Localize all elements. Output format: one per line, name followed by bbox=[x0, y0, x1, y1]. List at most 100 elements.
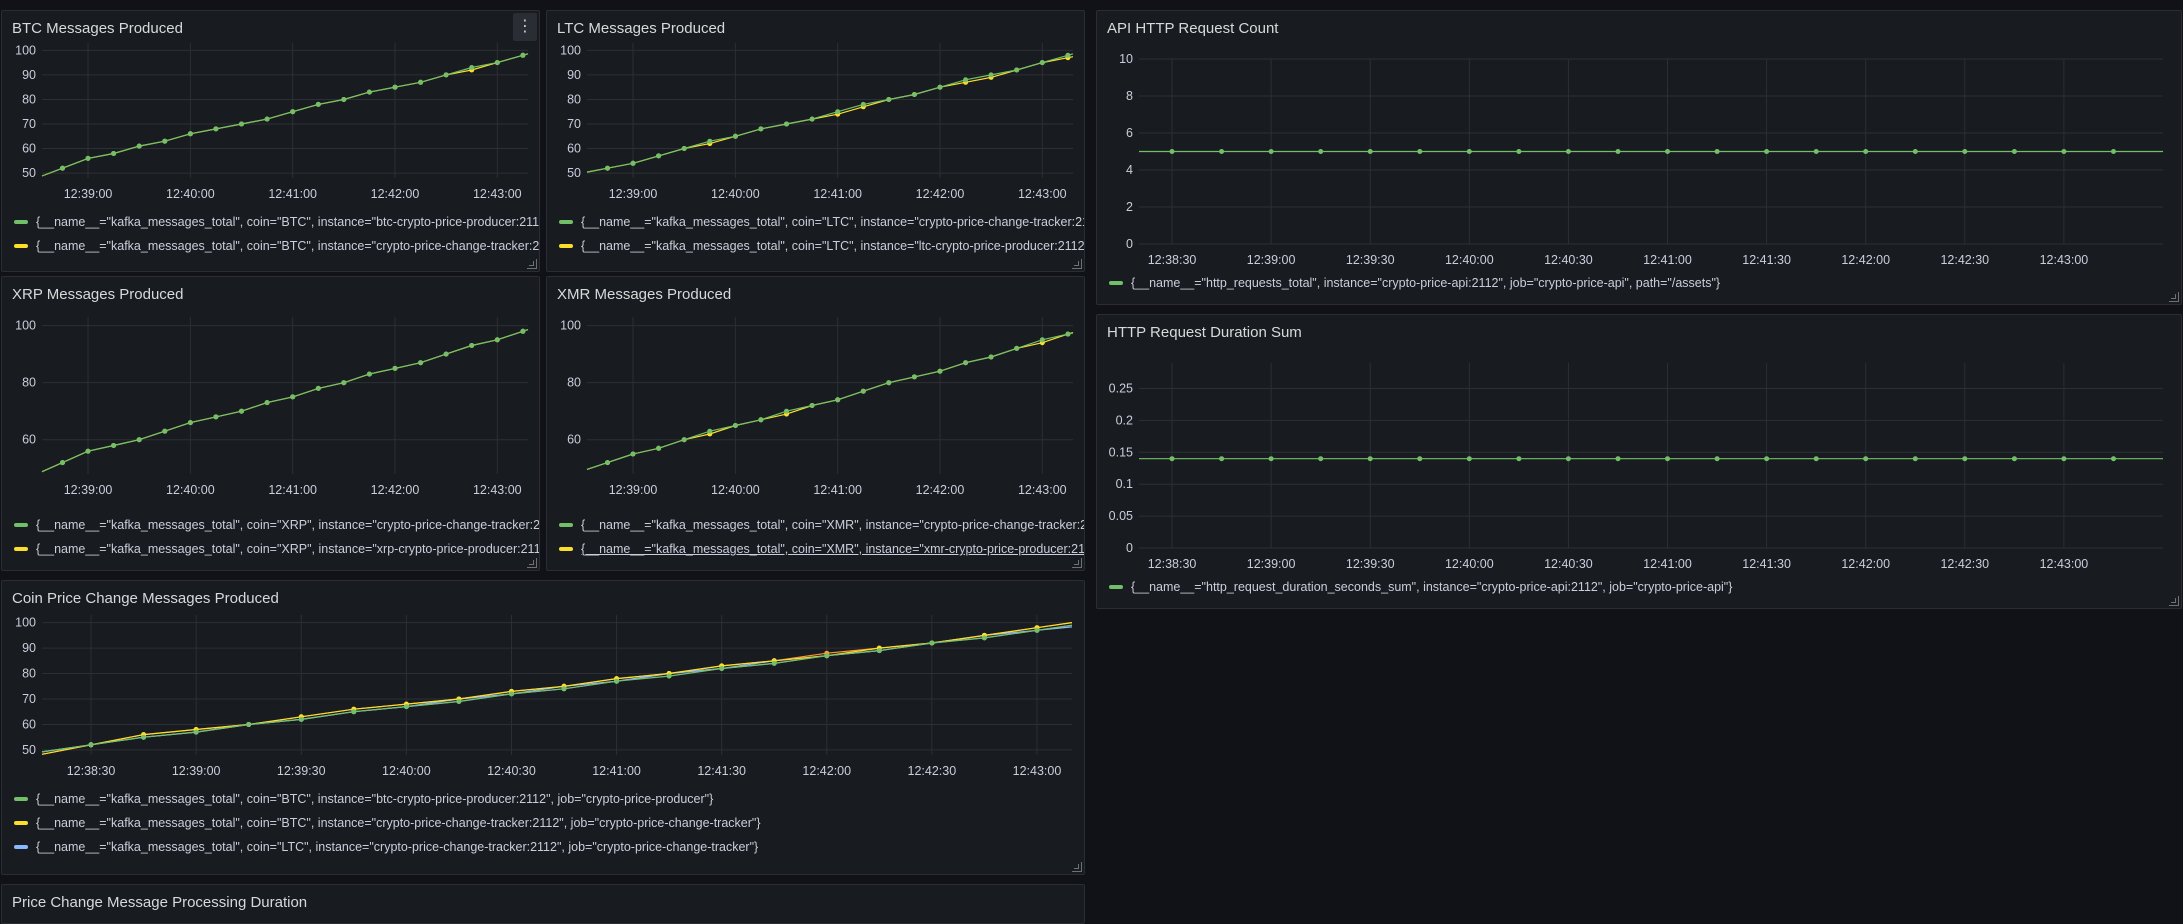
data-point bbox=[162, 428, 168, 434]
legend-item[interactable]: {__name__="kafka_messages_total", coin="… bbox=[14, 537, 539, 561]
x-tick-label: 12:42:30 bbox=[908, 764, 957, 778]
panel-ltc-messages[interactable]: LTC Messages Produced 50 60 70 80 90 100 12:39… bbox=[546, 10, 1085, 272]
chart-dur: 0 0.05 0.1 0.15 0.2 0.25 12:38:30 12:39:00 12:39… bbox=[1109, 363, 2163, 571]
resize-handle-icon[interactable] bbox=[1072, 558, 1082, 568]
data-point bbox=[1764, 149, 1770, 154]
legend-item[interactable]: {__name__="kafka_messages_total", coin="… bbox=[14, 513, 539, 537]
y-tick-label: 90 bbox=[567, 68, 581, 82]
legend-item[interactable]: {__name__="kafka_messages_total", coin="… bbox=[14, 835, 761, 859]
data-point bbox=[193, 729, 199, 735]
data-point bbox=[835, 109, 841, 115]
x-tick-label: 12:42:00 bbox=[371, 483, 420, 497]
x-tick-label: 12:39:00 bbox=[1247, 557, 1296, 571]
legend: {__name__="kafka_messages_total", coin="… bbox=[14, 787, 761, 859]
data-point bbox=[341, 380, 347, 386]
resize-handle-icon[interactable] bbox=[1072, 259, 1082, 269]
x-tick-label: 12:39:00 bbox=[609, 187, 658, 201]
x-tick-label: 12:39:00 bbox=[172, 764, 221, 778]
data-point bbox=[937, 368, 943, 374]
data-point bbox=[666, 673, 672, 679]
data-point bbox=[630, 160, 636, 166]
resize-handle-icon[interactable] bbox=[2169, 292, 2179, 302]
data-point bbox=[1863, 149, 1869, 154]
data-point bbox=[351, 709, 357, 715]
panel-xmr-messages[interactable]: XMR Messages Produced 60 80 100 12:39:00 12:… bbox=[546, 276, 1085, 571]
y-tick-label: 70 bbox=[22, 692, 36, 706]
data-point bbox=[366, 89, 372, 95]
panel-processing-duration[interactable]: Price Change Message Processing Duration bbox=[1, 884, 1085, 924]
y-tick-label: 4 bbox=[1126, 163, 1133, 177]
x-tick-label: 12:42:00 bbox=[371, 187, 420, 201]
legend-item[interactable]: {__name__="kafka_messages_total", coin="… bbox=[14, 234, 539, 258]
data-point bbox=[2011, 149, 2017, 154]
legend-item[interactable]: {__name__="http_request_duration_seconds… bbox=[1109, 575, 1732, 599]
legend-item[interactable]: {__name__="kafka_messages_total", coin="… bbox=[559, 537, 1085, 561]
panel-api-http-request-count[interactable]: API HTTP Request Count 0 2 4 6 8 10 12:38:30 12… bbox=[1096, 10, 2182, 305]
data-point bbox=[213, 126, 219, 132]
data-point bbox=[1466, 456, 1472, 462]
panel-xrp-messages[interactable]: XRP Messages Produced 60 80 100 12:39:00 12:… bbox=[1, 276, 540, 571]
data-point bbox=[1813, 456, 1819, 462]
data-point bbox=[1014, 67, 1020, 73]
x-tick-label: 12:41:00 bbox=[1643, 253, 1692, 267]
data-point bbox=[1565, 456, 1571, 462]
data-point bbox=[141, 734, 147, 740]
data-point bbox=[1615, 149, 1621, 154]
data-point bbox=[1169, 456, 1175, 462]
legend-item[interactable]: {__name__="kafka_messages_total", coin="… bbox=[14, 210, 539, 234]
panel-http-request-duration-sum[interactable]: HTTP Request Duration Sum 0 0.05 0.1 0.15 0.… bbox=[1096, 314, 2182, 609]
legend-label: {__name__="kafka_messages_total", coin="… bbox=[581, 239, 1085, 253]
y-tick-label: 100 bbox=[15, 43, 36, 57]
x-tick-label: 12:40:00 bbox=[711, 187, 760, 201]
data-point bbox=[494, 60, 500, 66]
legend-swatch-icon bbox=[1109, 281, 1123, 285]
y-tick-label: 70 bbox=[567, 117, 581, 131]
y-tick-label: 0.05 bbox=[1109, 509, 1133, 523]
x-tick-label: 12:43:00 bbox=[1018, 187, 1067, 201]
y-tick-label: 0.2 bbox=[1116, 413, 1133, 427]
data-point bbox=[520, 52, 526, 58]
x-tick-label: 12:40:30 bbox=[1544, 557, 1593, 571]
panel-coin-price-change[interactable]: Coin Price Change Messages Produced 50 60… bbox=[1, 580, 1085, 875]
legend-swatch-icon bbox=[1109, 585, 1123, 589]
resize-handle-icon[interactable] bbox=[2169, 596, 2179, 606]
data-point bbox=[443, 72, 449, 78]
data-point bbox=[85, 448, 91, 454]
legend-swatch-icon bbox=[14, 523, 28, 527]
legend-item[interactable]: {__name__="kafka_messages_total", coin="… bbox=[14, 811, 761, 835]
data-point bbox=[264, 400, 270, 406]
legend-label: {__name__="kafka_messages_total", coin="… bbox=[581, 215, 1085, 229]
resize-handle-icon[interactable] bbox=[527, 558, 537, 568]
y-tick-label: 80 bbox=[22, 92, 36, 106]
legend-item[interactable]: {__name__="kafka_messages_total", coin="… bbox=[14, 787, 761, 811]
y-tick-label: 80 bbox=[22, 667, 36, 681]
data-point bbox=[246, 722, 252, 727]
legend-item[interactable]: {__name__="kafka_messages_total", coin="… bbox=[559, 210, 1085, 234]
legend-item[interactable]: {__name__="http_requests_total", instanc… bbox=[1109, 271, 1720, 295]
y-tick-label: 60 bbox=[567, 142, 581, 156]
legend-label: {__name__="kafka_messages_total", coin="… bbox=[581, 542, 1085, 556]
data-point bbox=[1962, 456, 1968, 462]
data-point bbox=[605, 460, 610, 466]
legend-swatch-icon bbox=[14, 244, 28, 248]
y-tick-label: 80 bbox=[567, 92, 581, 106]
legend-swatch-icon bbox=[14, 797, 28, 801]
data-point bbox=[1863, 456, 1869, 462]
data-point bbox=[1039, 337, 1045, 343]
x-tick-label: 12:39:00 bbox=[1247, 253, 1296, 267]
legend-swatch-icon bbox=[14, 821, 28, 825]
x-tick-label: 12:40:00 bbox=[382, 764, 431, 778]
data-point bbox=[60, 165, 65, 171]
resize-handle-icon[interactable] bbox=[1072, 862, 1082, 872]
data-point bbox=[561, 686, 567, 692]
resize-handle-icon[interactable] bbox=[527, 259, 537, 269]
legend-item[interactable]: {__name__="kafka_messages_total", coin="… bbox=[559, 234, 1085, 258]
y-tick-label: 60 bbox=[22, 142, 36, 156]
data-point bbox=[1962, 149, 1968, 154]
y-tick-label: 60 bbox=[22, 433, 36, 447]
data-point bbox=[1615, 456, 1621, 462]
data-point bbox=[1034, 627, 1040, 633]
panel-btc-messages[interactable]: BTC Messages Produced ⋮ 50 60 70 80 90 100 12:… bbox=[1, 10, 540, 272]
data-point bbox=[1169, 149, 1175, 154]
legend-item[interactable]: {__name__="kafka_messages_total", coin="… bbox=[559, 513, 1084, 537]
